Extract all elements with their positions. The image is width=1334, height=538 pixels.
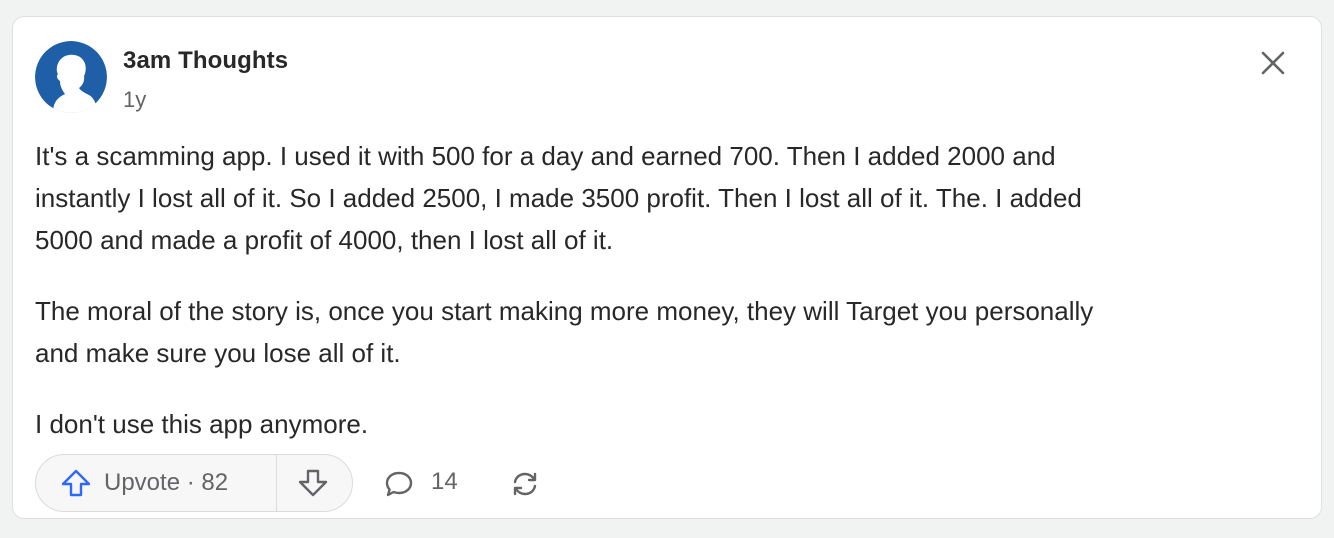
comment-count: 14 [431,468,458,495]
paragraph: It's a scamming app. I used it with 500 … [35,135,1310,261]
close-icon [1261,51,1285,75]
author-name[interactable]: 3am Thoughts [123,47,288,75]
text-line: 5000 and made a profit of 4000, then I l… [35,225,614,255]
share-cycle-icon [513,472,537,496]
arrow-down-icon [298,469,328,497]
answer-card: 3am Thoughts 1y It's a scamming app. I u… [12,16,1322,519]
downvote-button[interactable] [277,455,353,511]
comment-bubble-icon [385,471,413,497]
vote-pill: Upvote · 82 [35,454,353,512]
upvote-button[interactable]: Upvote · 82 [36,455,276,511]
close-button[interactable] [1253,43,1293,83]
arrow-up-icon [61,469,91,497]
comment-button[interactable]: 14 [383,454,473,512]
text-line: instantly I lost all of it. So I added 2… [35,183,1082,213]
text-line: and make sure you lose all of it. [35,338,401,368]
text-line: The moral of the story is, once you star… [35,296,1094,326]
upvote-label: Upvote · 82 [104,469,229,496]
avatar[interactable] [35,41,107,113]
post-body: It's a scamming app. I used it with 500 … [35,135,1310,445]
post-timestamp[interactable]: 1y [123,87,146,113]
paragraph: The moral of the story is, once you star… [35,290,1310,374]
text-line: It's a scamming app. I used it with 500 … [35,141,1056,171]
share-button[interactable] [495,454,551,512]
text-line: I don't use this app anymore. [35,409,369,439]
user-avatar-icon [35,41,107,113]
paragraph: I don't use this app anymore. [35,403,1310,445]
